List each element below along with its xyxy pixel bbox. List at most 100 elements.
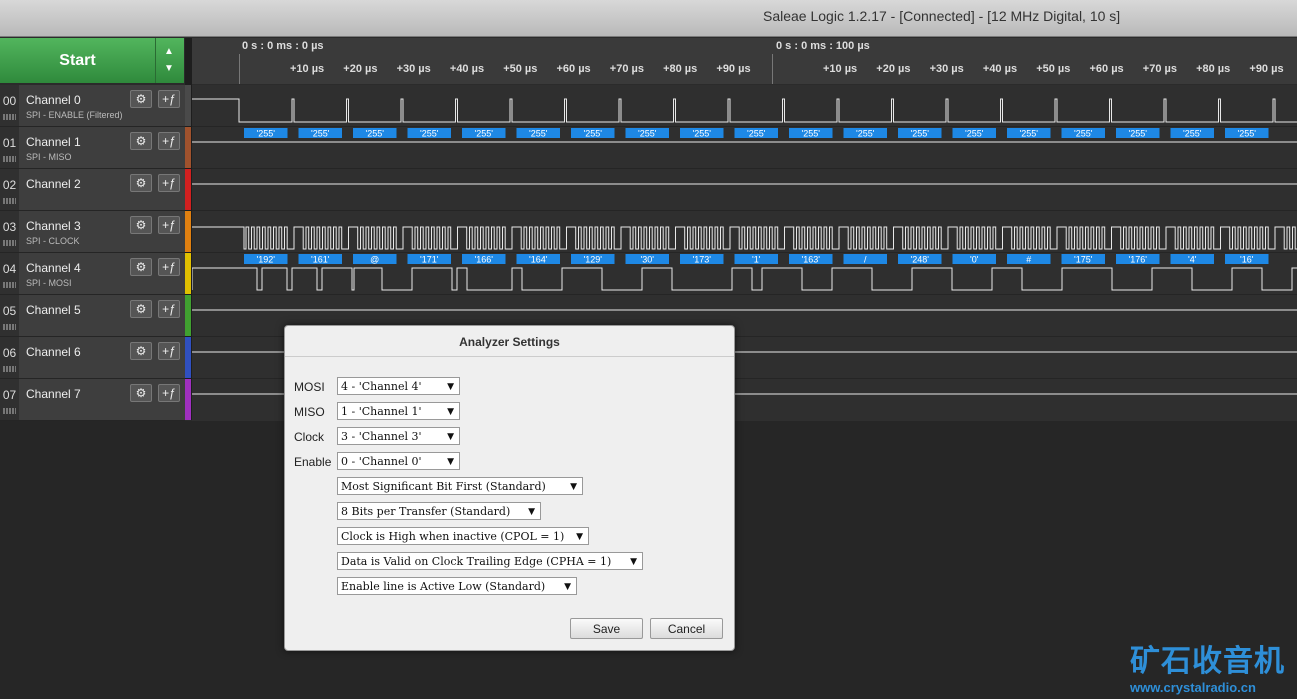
bit-order-value: Most Significant Bit First (Standard) (341, 480, 546, 493)
drag-handle-icon[interactable] (3, 156, 16, 162)
channel-row[interactable]: 07 Channel 7 ⚙ +ƒ (0, 379, 185, 421)
start-options-arrows[interactable]: ▲ ▼ (155, 38, 184, 83)
mosi-decoded-label: @ (370, 255, 379, 265)
mosi-decoded-label: '166' (475, 255, 494, 265)
chevron-down-icon: ▼ (630, 557, 637, 567)
drag-handle-icon[interactable] (3, 198, 16, 204)
channel-color-bar (185, 85, 191, 126)
trigger-icon[interactable]: +ƒ (158, 300, 180, 318)
channel-0-waveform (192, 98, 1297, 123)
drag-handle-icon[interactable] (3, 240, 16, 246)
channel-row[interactable]: 01 Channel 1 SPI - MISO ⚙ +ƒ (0, 127, 185, 169)
timeline-ruler[interactable]: 0 s : 0 ms : 0 µs 0 s : 0 ms : 100 µs +1… (192, 38, 1297, 84)
trigger-icon[interactable]: +ƒ (158, 258, 180, 276)
timeline-tick-label: +60 µs (556, 63, 591, 75)
cpol-select[interactable]: Clock is High when inactive (CPOL = 1) ▼ (337, 527, 589, 545)
clock-select[interactable]: 3 - 'Channel 3' ▼ (337, 427, 460, 445)
channel-analyzer-label: SPI - MOSI (26, 278, 72, 288)
channel-row[interactable]: 05 Channel 5 ⚙ +ƒ (0, 295, 185, 337)
bit-order-select[interactable]: Most Significant Bit First (Standard) ▼ (337, 477, 583, 495)
miso-decoded-label: '255' (1238, 129, 1257, 139)
gear-icon[interactable]: ⚙ (130, 216, 152, 234)
mosi-decoded-label: '175' (1074, 255, 1093, 265)
mosi-decoded-label: '4' (1188, 255, 1197, 265)
start-button[interactable]: Start (0, 38, 155, 83)
gear-icon[interactable]: ⚙ (130, 342, 152, 360)
gear-icon[interactable]: ⚙ (130, 300, 152, 318)
gear-icon[interactable]: ⚙ (130, 384, 152, 402)
channel-name[interactable]: Channel 4 (26, 261, 81, 275)
timeline-tick-label: +20 µs (343, 63, 378, 75)
drag-handle-icon[interactable] (3, 114, 16, 120)
channel-row[interactable]: 02 Channel 2 ⚙ +ƒ (0, 169, 185, 211)
arrow-down-icon[interactable]: ▼ (164, 63, 174, 74)
enable-select[interactable]: 0 - 'Channel 0' ▼ (337, 452, 460, 470)
mosi-decoded-label: '163' (802, 255, 821, 265)
channel-name[interactable]: Channel 5 (26, 303, 81, 317)
miso-select[interactable]: 1 - 'Channel 1' ▼ (337, 402, 460, 420)
miso-decoded-label: '255' (1129, 129, 1148, 139)
channel-row[interactable]: 00 Channel 0 SPI - ENABLE (Filtered) ⚙ +… (0, 85, 185, 127)
channel-row[interactable]: 03 Channel 3 SPI - CLOCK ⚙ +ƒ (0, 211, 185, 253)
channel-name[interactable]: Channel 2 (26, 177, 81, 191)
channel-analyzer-label: SPI - MISO (26, 152, 72, 162)
channel-name[interactable]: Channel 1 (26, 135, 81, 149)
timeline-tick-label: +50 µs (503, 63, 538, 75)
watermark-url: www.crystalradio.cn (1130, 680, 1256, 695)
drag-handle-icon[interactable] (3, 282, 16, 288)
mosi-decoded-label: '248' (911, 255, 930, 265)
mosi-decoded-label: # (1026, 255, 1031, 265)
channel-name[interactable]: Channel 7 (26, 387, 81, 401)
miso-decoded-label: '255' (257, 129, 276, 139)
mosi-decoded-label: '16' (1240, 255, 1254, 265)
channel-row[interactable]: 04 Channel 4 SPI - MOSI ⚙ +ƒ (0, 253, 185, 295)
trigger-icon[interactable]: +ƒ (158, 90, 180, 108)
channel-name[interactable]: Channel 6 (26, 345, 81, 359)
timeline-tick-label: +30 µs (396, 63, 431, 75)
channel-4-waveform (191, 267, 1297, 291)
trigger-icon[interactable]: +ƒ (158, 384, 180, 402)
miso-decoded-label: '255' (420, 129, 439, 139)
channel-color-bar (185, 211, 191, 252)
trigger-icon[interactable]: +ƒ (158, 132, 180, 150)
enable-active-value: Enable line is Active Low (Standard) (341, 580, 546, 593)
enable-active-select[interactable]: Enable line is Active Low (Standard) ▼ (337, 577, 577, 595)
trigger-icon[interactable]: +ƒ (158, 216, 180, 234)
miso-decoded-label: '255' (1183, 129, 1202, 139)
mosi-select[interactable]: 4 - 'Channel 4' ▼ (337, 377, 460, 395)
arrow-up-icon[interactable]: ▲ (164, 46, 174, 57)
timeline-ref-left: 0 s : 0 ms : 0 µs (242, 40, 324, 52)
gear-icon[interactable]: ⚙ (130, 132, 152, 150)
gear-icon[interactable]: ⚙ (130, 174, 152, 192)
trigger-icon[interactable]: +ƒ (158, 174, 180, 192)
watermark-title: 矿石收音机 (1130, 645, 1285, 678)
cpha-select[interactable]: Data is Valid on Clock Trailing Edge (CP… (337, 552, 643, 570)
mosi-decoded-label: '0' (970, 255, 979, 265)
gear-icon[interactable]: ⚙ (130, 258, 152, 276)
trigger-icon[interactable]: +ƒ (158, 342, 180, 360)
chevron-down-icon: ▼ (576, 532, 583, 542)
drag-handle-icon[interactable] (3, 366, 16, 372)
channel-name[interactable]: Channel 0 (26, 93, 81, 107)
bits-per-transfer-select[interactable]: 8 Bits per Transfer (Standard) ▼ (337, 502, 541, 520)
save-button[interactable]: Save (570, 618, 643, 639)
title-bar: Saleae Logic 1.2.17 - [Connected] - [12 … (0, 0, 1297, 37)
timeline-tick-label: +20 µs (876, 63, 911, 75)
miso-decoded-label: '255' (1020, 129, 1039, 139)
drag-handle-icon[interactable] (3, 408, 16, 414)
channel-row[interactable]: 06 Channel 6 ⚙ +ƒ (0, 337, 185, 379)
miso-decoded-label: '255' (693, 129, 712, 139)
cancel-button[interactable]: Cancel (650, 618, 723, 639)
timeline-tick-label: +80 µs (663, 63, 698, 75)
timeline-tick-label: +90 µs (1249, 63, 1284, 75)
channel-color-bar (185, 379, 191, 420)
miso-decoded-label: '255' (529, 129, 548, 139)
mosi-decoded-label: '161' (311, 255, 330, 265)
miso-decoded-label: '255' (802, 129, 821, 139)
gear-icon[interactable]: ⚙ (130, 90, 152, 108)
window-title: Saleae Logic 1.2.17 - [Connected] - [12 … (763, 8, 1121, 24)
channel-name[interactable]: Channel 3 (26, 219, 81, 233)
drag-handle-icon[interactable] (3, 324, 16, 330)
bits-per-transfer-value: 8 Bits per Transfer (Standard) (341, 505, 511, 518)
channel-color-bar (185, 127, 191, 168)
